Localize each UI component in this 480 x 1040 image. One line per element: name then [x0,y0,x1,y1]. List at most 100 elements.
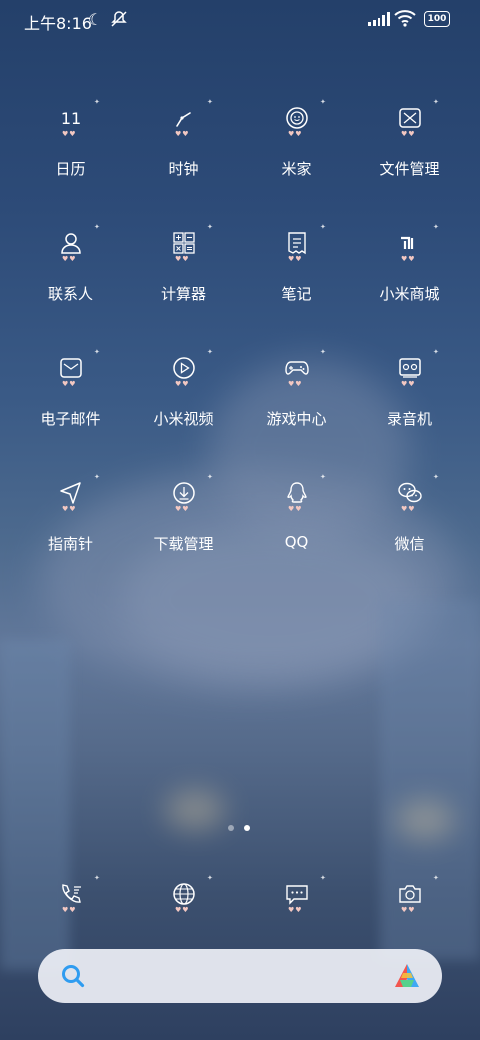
contacts-icon [57,229,85,257]
heart-decoration-icon: ♥♥ [175,130,190,138]
battery-icon: 100 [424,11,450,27]
sparkle-icon: ✦ [433,348,439,356]
app-label: 下载管理 [153,535,214,553]
dock-phone[interactable]: ✦ ♥♥ [14,872,127,922]
app-mi-store[interactable]: ✦ ♥♥ 小米商城 [353,221,466,304]
assistant-logo-icon[interactable] [392,961,422,991]
sparkle-icon: ✦ [320,98,326,106]
sparkle-icon: ✦ [207,348,213,356]
app-label: 小米商城 [379,285,440,303]
recorder-icon [396,354,424,382]
sparkle-icon: ✦ [433,98,439,106]
app-email[interactable]: ✦ ♥♥ 电子邮件 [14,346,127,429]
sparkle-icon: ✦ [207,223,213,231]
heart-decoration-icon: ♥♥ [401,130,416,138]
mijia-icon [283,104,311,132]
email-icon [57,354,85,382]
mi-store-icon [396,229,424,257]
sparkle-icon: ✦ [433,473,439,481]
dock-camera[interactable]: ✦ ♥♥ [353,872,466,922]
do-not-disturb-icon: ☾ [88,10,103,29]
app-video[interactable]: ✦ ♥♥ 小米视频 [127,346,240,429]
app-qq[interactable]: ✦ ♥♥ QQ [240,471,353,554]
phone-icon [57,880,85,908]
wifi-icon [394,10,416,27]
app-recorder[interactable]: ✦ ♥♥ 录音机 [353,346,466,429]
sparkle-icon: ✦ [433,223,439,231]
app-mijia[interactable]: ✦ ♥♥ 米家 [240,96,353,179]
calendar-date: 11 [60,108,82,128]
app-compass[interactable]: ✦ ♥♥ 指南针 [14,471,127,554]
qq-icon [283,479,311,507]
mute-icon [110,10,128,32]
app-calendar[interactable]: 11 ✦ ♥♥ 日历 [14,96,127,179]
search-icon[interactable] [60,963,86,989]
heart-decoration-icon: ♥♥ [62,906,77,914]
app-label: 小米视频 [153,410,214,428]
heart-decoration-icon: ♥♥ [175,906,190,914]
compass-icon [57,479,85,507]
app-label: 指南针 [47,535,93,553]
file-manager-icon [396,104,424,132]
heart-decoration-icon: ♥♥ [175,255,190,263]
video-icon [170,354,198,382]
heart-decoration-icon: ♥♥ [62,505,77,513]
status-time: 上午8:16 [24,14,92,33]
heart-decoration-icon: ♥♥ [175,505,190,513]
sparkle-icon: ✦ [94,98,100,106]
sparkle-icon: ✦ [320,874,326,882]
heart-decoration-icon: ♥♥ [401,505,416,513]
app-file-manager[interactable]: ✦ ♥♥ 文件管理 [353,96,466,179]
app-label: 日历 [55,160,86,178]
app-notes[interactable]: ✦ ♥♥ 笔记 [240,221,353,304]
app-download-manager[interactable]: ✦ ♥♥ 下载管理 [127,471,240,554]
app-label: 计算器 [160,285,206,303]
app-label: 录音机 [386,410,432,428]
sparkle-icon: ✦ [94,223,100,231]
wechat-icon [396,479,424,507]
signal-icon [368,12,390,26]
app-game-center[interactable]: ✦ ♥♥ 游戏中心 [240,346,353,429]
status-bar: 上午8:16 ☾ 100 [0,0,480,40]
search-bar[interactable] [38,949,442,1003]
background-light [395,800,455,840]
sparkle-icon: ✦ [94,874,100,882]
heart-decoration-icon: ♥♥ [62,380,77,388]
sparkle-icon: ✦ [207,98,213,106]
heart-decoration-icon: ♥♥ [401,255,416,263]
heart-decoration-icon: ♥♥ [175,380,190,388]
sparkle-icon: ✦ [94,473,100,481]
background-light [165,790,225,830]
page-dot[interactable] [228,825,234,831]
page-indicator [228,825,250,831]
heart-decoration-icon: ♥♥ [401,906,416,914]
heart-decoration-icon: ♥♥ [288,505,303,513]
sparkle-icon: ✦ [320,223,326,231]
app-clock[interactable]: ✦ ♥♥ 时钟 [127,96,240,179]
dock-messages[interactable]: ✦ ♥♥ [240,872,353,922]
page-dot-active[interactable] [244,825,250,831]
heart-decoration-icon: ♥♥ [62,255,77,263]
app-label: 米家 [281,160,312,178]
app-label: 游戏中心 [266,410,327,428]
heart-decoration-icon: ♥♥ [288,130,303,138]
app-grid: 11 ✦ ♥♥ 日历 ✦ ♥♥ 时钟 ✦ ♥♥ 米家 ✦ ♥♥ 文件管理 ✦ ♥… [14,96,466,554]
dock-browser[interactable]: ✦ ♥♥ [127,872,240,922]
app-contacts[interactable]: ✦ ♥♥ 联系人 [14,221,127,304]
app-label: 联系人 [47,285,93,303]
sparkle-icon: ✦ [94,348,100,356]
calculator-icon [170,229,198,257]
clock-icon [170,104,198,132]
calendar-icon: 11 [57,104,85,132]
dock: ✦ ♥♥ ✦ ♥♥ ✦ ♥♥ ✦ ♥♥ [14,872,466,922]
sparkle-icon: ✦ [207,874,213,882]
heart-decoration-icon: ♥♥ [288,380,303,388]
messages-icon [283,880,311,908]
heart-decoration-icon: ♥♥ [288,255,303,263]
sparkle-icon: ✦ [433,874,439,882]
heart-decoration-icon: ♥♥ [62,130,77,138]
camera-icon [396,880,424,908]
app-calculator[interactable]: ✦ ♥♥ 计算器 [127,221,240,304]
sparkle-icon: ✦ [207,473,213,481]
app-wechat[interactable]: ✦ ♥♥ 微信 [353,471,466,554]
